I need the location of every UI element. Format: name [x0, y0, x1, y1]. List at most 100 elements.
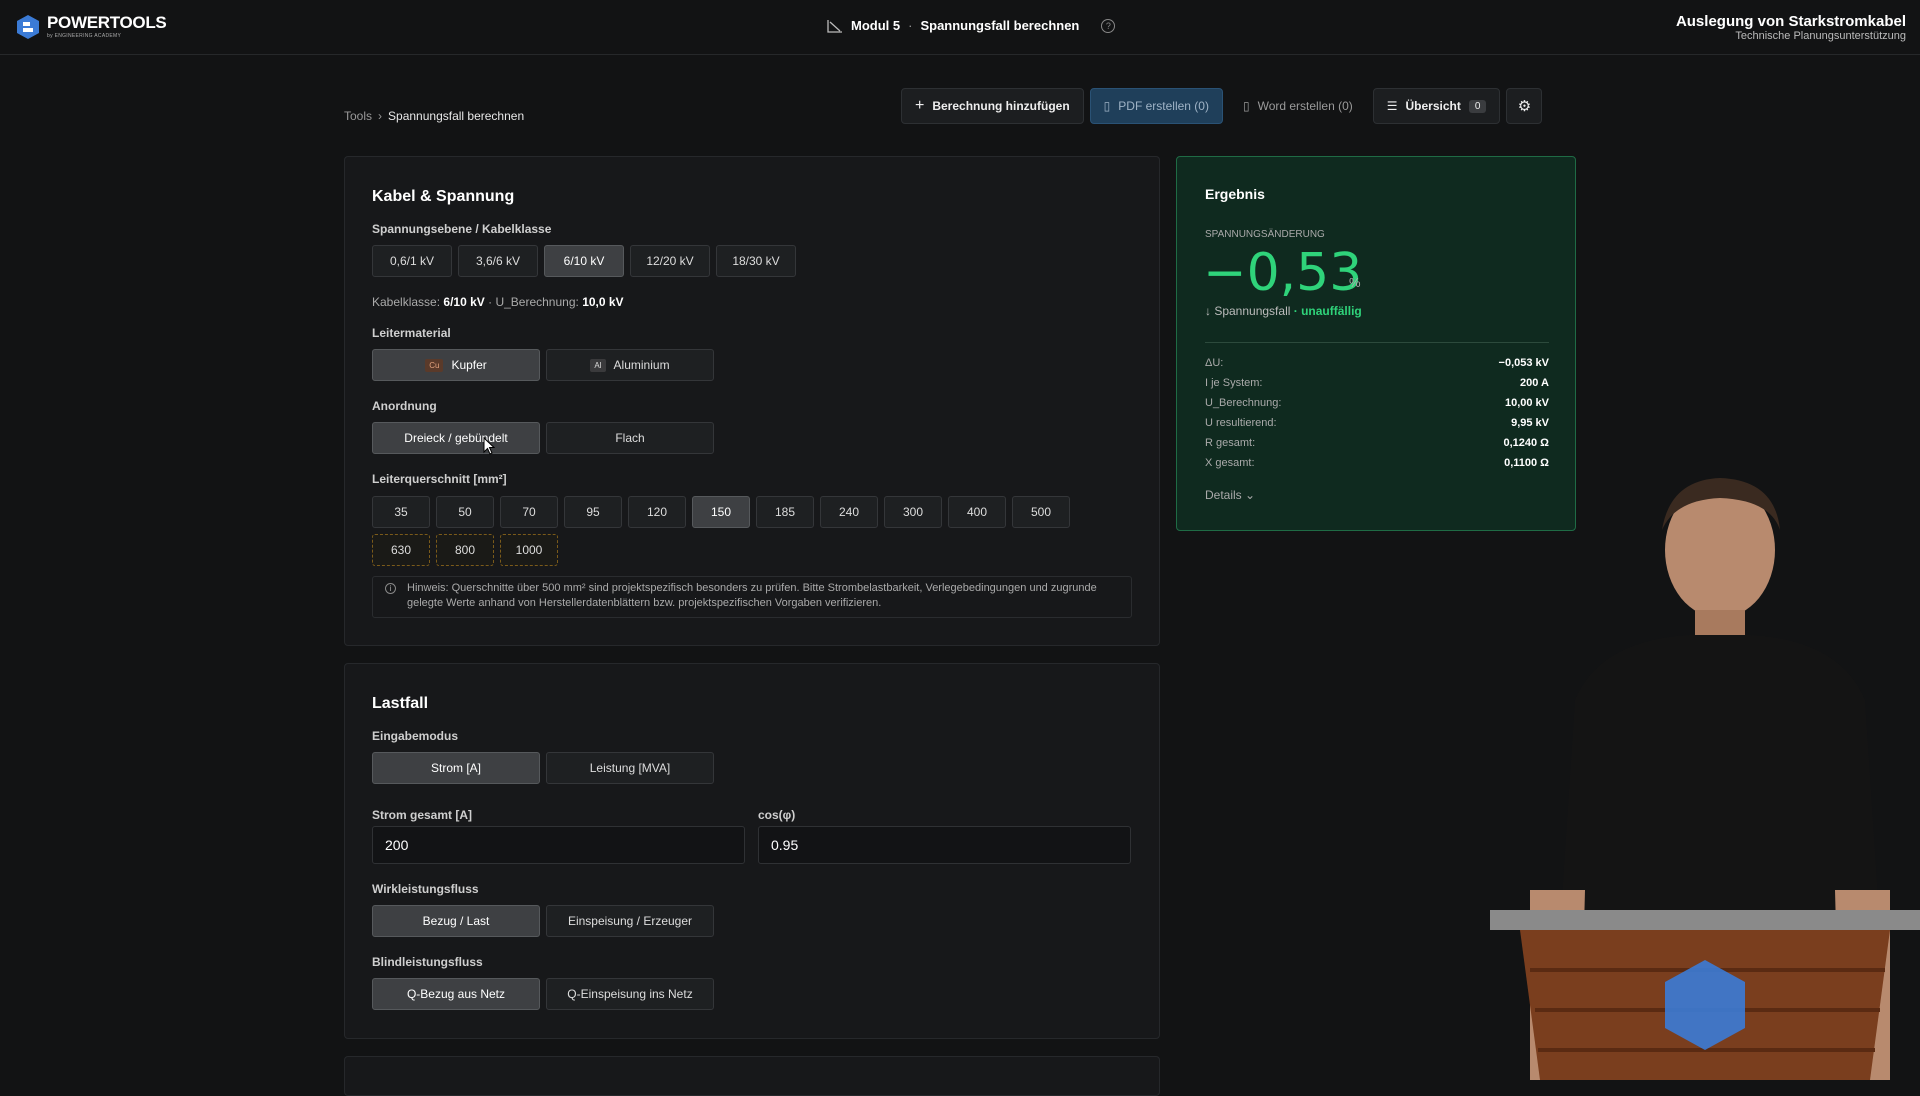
overview-count-badge: 0: [1468, 99, 1487, 113]
querschnitt-label: Leiterquerschnitt [mm²]: [372, 472, 507, 486]
result-key: ΔU:: [1205, 357, 1224, 369]
result-row: U_Berechnung: 10,00 kV: [1205, 397, 1549, 409]
modus-option-selected[interactable]: Strom [A]: [372, 752, 540, 784]
anordnung-selector: Dreieck / gebündelt Flach: [372, 422, 714, 454]
result-key: U resultierend:: [1205, 417, 1277, 429]
querschnitt-option[interactable]: 95: [564, 496, 622, 528]
result-value: 0,1100 Ω: [1504, 457, 1549, 469]
querschnitt-option-special[interactable]: 800: [436, 534, 494, 566]
create-word-label: Word erstellen (0): [1257, 99, 1353, 113]
querschnitt-option[interactable]: 120: [628, 496, 686, 528]
result-key: U_Berechnung:: [1205, 397, 1282, 409]
ergebnis-value: −0,53: [1203, 243, 1363, 303]
aluminium-label: Aluminium: [613, 358, 670, 372]
overview-label: Übersicht: [1405, 99, 1461, 113]
info-icon: i: [385, 583, 396, 594]
leiter-option-aluminium[interactable]: Al Aluminium: [546, 349, 714, 381]
add-calculation-label: Berechnung hinzufügen: [932, 99, 1070, 113]
status-badge: · unauffällig: [1293, 304, 1362, 318]
breadcrumb-root[interactable]: Tools: [344, 109, 372, 123]
strom-input[interactable]: 200: [372, 826, 745, 864]
querschnitt-option[interactable]: 50: [436, 496, 494, 528]
spannung-option[interactable]: 0,6/1 kV: [372, 245, 452, 277]
ergebnis-title: Ergebnis: [1205, 186, 1265, 202]
ergebnis-caption: SPANNUNGSÄNDERUNG: [1205, 229, 1325, 240]
kabel-info: Kabelklasse: 6/10 kV · U_Berechnung: 10,…: [372, 295, 624, 309]
course-title-block: Auslegung von Starkstromkabel Technische…: [1676, 13, 1906, 42]
spannung-option[interactable]: 18/30 kV: [716, 245, 796, 277]
leiter-option-kupfer[interactable]: Cu Kupfer: [372, 349, 540, 381]
blind-option[interactable]: Q-Einspeisung ins Netz: [546, 978, 714, 1010]
strom-label: Strom gesamt [A]: [372, 808, 473, 822]
spannung-option[interactable]: 12/20 kV: [630, 245, 710, 277]
kabelklasse-label: Kabelklasse:: [372, 295, 441, 309]
querschnitt-option-special[interactable]: 630: [372, 534, 430, 566]
querschnitt-option[interactable]: 300: [884, 496, 942, 528]
list-icon: ☰: [1386, 99, 1398, 113]
modus-option[interactable]: Leistung [MVA]: [546, 752, 714, 784]
module-number: Modul 5: [851, 18, 901, 33]
anordnung-option-selected[interactable]: Dreieck / gebündelt: [372, 422, 540, 454]
settings-button[interactable]: ⚙: [1506, 88, 1543, 124]
result-key: X gesamt:: [1205, 457, 1255, 469]
querschnitt-option-selected[interactable]: 150: [692, 496, 750, 528]
querschnitt-option[interactable]: 400: [948, 496, 1006, 528]
eingabemodus-selector: Strom [A] Leistung [MVA]: [372, 752, 714, 784]
logo-title: POWERTOOLS: [47, 13, 167, 32]
querschnitt-option[interactable]: 185: [756, 496, 814, 528]
logo-subtitle: by ENGINEERING ACADEMY: [47, 33, 122, 39]
help-icon[interactable]: ?: [1101, 18, 1116, 33]
divider: [1205, 342, 1549, 343]
logo-icon: [17, 15, 39, 39]
querschnitt-option[interactable]: 500: [1012, 496, 1070, 528]
result-value: 10,00 kV: [1504, 397, 1549, 409]
wirk-option-selected[interactable]: Bezug / Last: [372, 905, 540, 937]
separator: ·: [908, 18, 913, 33]
direction-text: ↓ Spannungsfall: [1205, 304, 1291, 318]
mouse-cursor-icon: [483, 437, 495, 455]
ergebnis-unit: %: [1349, 275, 1361, 290]
kupfer-label: Kupfer: [451, 358, 487, 372]
result-value: 200 A: [1520, 377, 1549, 389]
add-calculation-button[interactable]: + Berechnung hinzufügen: [901, 88, 1084, 124]
ergebnis-status: ↓ Spannungsfall · unauffällig: [1205, 304, 1362, 318]
anordnung-option[interactable]: Flach: [546, 422, 714, 454]
wirkleistung-label: Wirkleistungsfluss: [372, 882, 479, 896]
logo[interactable]: POWERTOOLS by ENGINEERING ACADEMY: [15, 13, 167, 40]
chevron-down-icon: ⌄: [1245, 488, 1256, 502]
course-title: Auslegung von Starkstromkabel: [1675, 13, 1906, 30]
kabel-section-title: Kabel & Spannung: [372, 188, 515, 205]
querschnitt-option[interactable]: 35: [372, 496, 430, 528]
result-row: X gesamt: 0,1100 Ω: [1205, 457, 1549, 469]
plus-icon: +: [915, 97, 925, 114]
wirkleistung-selector: Bezug / Last Einspeisung / Erzeuger: [372, 905, 714, 937]
cos-phi-input[interactable]: 0.95: [758, 826, 1131, 864]
al-chip: Al: [590, 358, 606, 372]
spannung-option[interactable]: 3,6/6 kV: [458, 245, 538, 277]
cos-phi-label: cos(φ): [758, 808, 796, 822]
result-key: R gesamt:: [1205, 437, 1256, 449]
document-icon: ▯: [1242, 99, 1250, 113]
wirk-option[interactable]: Einspeisung / Erzeuger: [546, 905, 714, 937]
hinweis-box: i Hinweis: Querschnitte über 500 mm² sind…: [372, 576, 1132, 618]
details-toggle[interactable]: Details ⌄: [1205, 488, 1255, 502]
result-value: 9,95 kV: [1511, 417, 1549, 429]
gear-icon: ⚙: [1517, 98, 1532, 115]
spannung-option-selected[interactable]: 6/10 kV: [544, 245, 624, 277]
module-title: Spannungsfall berechnen: [920, 18, 1080, 33]
create-pdf-button[interactable]: ▯ PDF erstellen (0): [1089, 88, 1223, 124]
cu-chip: Cu: [425, 358, 444, 372]
blind-option-selected[interactable]: Q-Bezug aus Netz: [372, 978, 540, 1010]
result-key: I je System:: [1205, 377, 1263, 389]
breadcrumb-current: Spannungsfall berechnen: [388, 109, 525, 123]
create-word-button[interactable]: ▯ Word erstellen (0): [1229, 88, 1367, 124]
blindleistung-selector: Q-Bezug aus Netz Q-Einspeisung ins Netz: [372, 978, 714, 1010]
overview-button[interactable]: ☰ Übersicht 0: [1372, 88, 1501, 124]
result-row: U resultierend: 9,95 kV: [1205, 417, 1549, 429]
querschnitt-extra-selector: 630 800 1000: [372, 534, 558, 566]
querschnitt-option[interactable]: 240: [820, 496, 878, 528]
next-panel: [344, 1056, 1160, 1096]
spannung-label: Spannungsebene / Kabelklasse: [372, 222, 552, 236]
querschnitt-option-special[interactable]: 1000: [500, 534, 558, 566]
querschnitt-option[interactable]: 70: [500, 496, 558, 528]
